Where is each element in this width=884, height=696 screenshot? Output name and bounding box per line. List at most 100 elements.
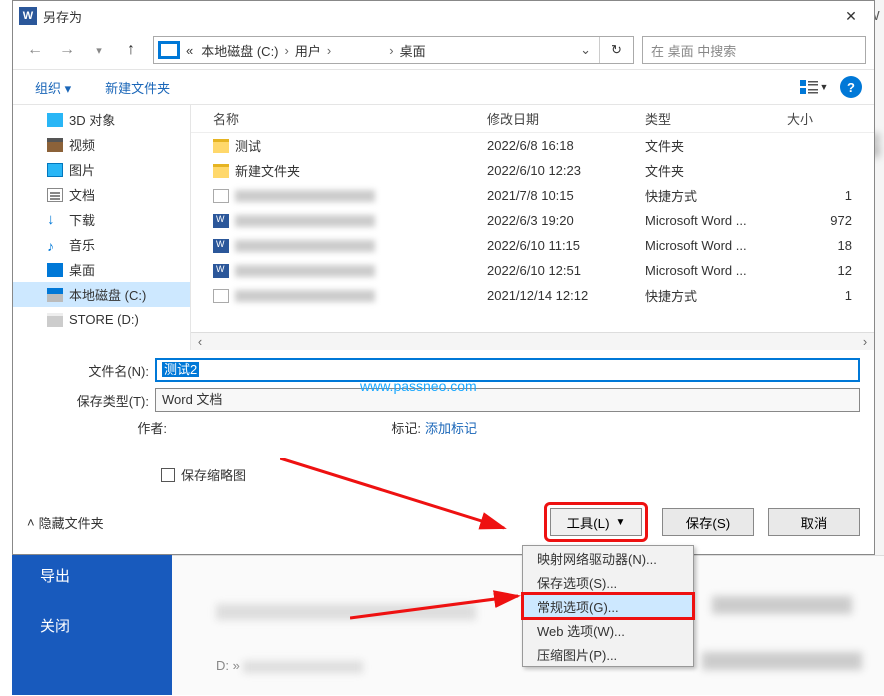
menu-item[interactable]: 映射网络驱动器(N)... <box>523 546 693 570</box>
cancel-label: 取消 <box>801 513 828 532</box>
tools-dropdown-menu: 映射网络驱动器(N)...保存选项(S)...常规选项(G)...Web 选项(… <box>522 545 694 667</box>
music-icon: ♪ <box>47 238 63 252</box>
sidebar-item[interactable]: 3D 对象 <box>13 107 190 132</box>
backstage-close[interactable]: 关闭 <box>12 605 172 645</box>
sidebar-item-label: 文档 <box>69 185 95 204</box>
nav-up-icon[interactable]: ↑ <box>117 36 145 64</box>
tags-label: 标记: <box>371 418 421 437</box>
refresh-icon[interactable]: ↻ <box>599 37 633 63</box>
new-folder-button[interactable]: 新建文件夹 <box>95 74 180 101</box>
col-header-type[interactable]: 类型 <box>645 109 787 128</box>
close-button[interactable]: ✕ <box>828 1 874 31</box>
file-row[interactable]: 2022/6/10 12:51Microsoft Word ...12 <box>191 258 874 283</box>
bg-blur-line <box>216 604 476 620</box>
col-header-size[interactable]: 大小 <box>787 109 874 128</box>
address-bar[interactable]: « 本地磁盘 (C:) › 用户 › › 桌面 ⌄ ↻ <box>153 36 634 64</box>
backstage-export[interactable]: 导出 <box>12 555 172 595</box>
desktop-icon <box>47 263 63 277</box>
crumb-1[interactable]: 用户 <box>291 41 325 60</box>
sidebar-item[interactable]: ↓ 下载 <box>13 207 190 232</box>
filename-value: 测试2 <box>162 362 199 377</box>
folder-icon <box>213 164 229 178</box>
sidebar-item[interactable]: 图片 <box>13 157 190 182</box>
filetype-value: Word 文档 <box>162 392 222 407</box>
file-date: 2022/6/10 12:23 <box>487 163 645 178</box>
help-icon[interactable]: ? <box>840 76 862 98</box>
hide-folders-toggle[interactable]: ˄ 隐藏文件夹 <box>27 513 104 532</box>
chevron-right-icon: › <box>387 43 395 58</box>
word-icon <box>213 239 229 253</box>
search-input[interactable]: 在 桌面 中搜索 <box>642 36 866 64</box>
file-row[interactable]: 测试2022/6/8 16:18文件夹 <box>191 133 874 158</box>
cancel-button[interactable]: 取消 <box>768 508 860 536</box>
file-date: 2022/6/3 19:20 <box>487 213 645 228</box>
link-icon <box>213 189 229 203</box>
sidebar-item-label: 视频 <box>69 135 95 154</box>
sidebar-item[interactable]: 本地磁盘 (C:) <box>13 282 190 307</box>
file-row[interactable]: 2022/6/3 19:20Microsoft Word ...972 <box>191 208 874 233</box>
address-dropdown-icon[interactable]: ⌄ <box>572 42 599 58</box>
crumb-0[interactable]: 本地磁盘 (C:) <box>197 41 282 60</box>
view-icon <box>800 80 818 94</box>
filetype-select[interactable]: Word 文档 <box>155 388 860 412</box>
save-button[interactable]: 保存(S) <box>662 508 754 536</box>
view-options-button[interactable]: ▼ <box>794 75 834 99</box>
word-backstage-sidebar: 导出 关闭 <box>12 555 172 695</box>
organize-button[interactable]: 组织 ▾ <box>25 74 81 101</box>
filename-input[interactable]: 测试2 <box>155 358 860 382</box>
sidebar-item-label: 3D 对象 <box>69 110 115 129</box>
file-name <box>235 190 375 202</box>
scroll-left-icon[interactable]: ‹ <box>191 334 209 349</box>
dialog-footer: ˄ 隐藏文件夹 工具(L) ▼ 保存(S) 取消 <box>13 494 874 554</box>
nav-recent-icon[interactable]: ▾ <box>85 36 113 64</box>
dropdown-caret-icon: ▼ <box>616 517 626 528</box>
crumb-3[interactable]: 桌面 <box>396 41 430 60</box>
sidebar-item-label: 下载 <box>69 210 95 229</box>
file-row[interactable]: 2021/12/14 12:12快捷方式1 <box>191 283 874 308</box>
drive-icon <box>158 41 180 59</box>
sidebar-item-label: 音乐 <box>69 235 95 254</box>
col-header-name[interactable]: 名称 <box>213 109 487 128</box>
horizontal-scrollbar[interactable]: ‹ › <box>191 332 874 350</box>
menu-item[interactable]: 压缩图片(P)... <box>523 642 693 666</box>
file-row[interactable]: 2021/7/8 10:15快捷方式1 <box>191 183 874 208</box>
word-icon <box>213 264 229 278</box>
bg-path-text: D: » <box>216 658 363 673</box>
author-value[interactable] <box>171 418 251 437</box>
file-row[interactable]: 2022/6/10 11:15Microsoft Word ...18 <box>191 233 874 258</box>
menu-item[interactable]: 保存选项(S)... <box>523 570 693 594</box>
sidebar-item[interactable]: 视频 <box>13 132 190 157</box>
tags-value[interactable]: 添加标记 <box>425 418 477 437</box>
file-size: 972 <box>787 213 874 228</box>
col-header-date[interactable]: 修改日期 <box>487 109 645 128</box>
file-row[interactable]: 新建文件夹2022/6/10 12:23文件夹 <box>191 158 874 183</box>
toolbar: 组织 ▾ 新建文件夹 ▼ ? <box>13 69 874 105</box>
nav-back-icon[interactable]: ← <box>21 36 49 64</box>
sidebar-item-label: 图片 <box>69 160 95 179</box>
window-title: 另存为 <box>43 7 828 26</box>
dl-icon: ↓ <box>47 213 63 227</box>
file-size: 1 <box>787 288 874 303</box>
menu-item[interactable]: 常规选项(G)... <box>523 594 693 618</box>
nav-forward-icon[interactable]: → <box>53 36 81 64</box>
sidebar-item[interactable]: ♪ 音乐 <box>13 232 190 257</box>
thumbnail-checkbox[interactable] <box>161 468 175 482</box>
file-list[interactable]: 测试2022/6/8 16:18文件夹新建文件夹2022/6/10 12:23文… <box>191 133 874 332</box>
menu-item[interactable]: Web 选项(W)... <box>523 618 693 642</box>
file-size: 1 <box>787 188 874 203</box>
sidebar-item[interactable]: 文档 <box>13 182 190 207</box>
sidebar-item-label: 桌面 <box>69 260 95 279</box>
list-header: 名称 修改日期 类型 大小 <box>191 105 874 133</box>
file-type: Microsoft Word ... <box>645 213 787 228</box>
pic-icon <box>47 163 63 177</box>
titlebar: W 另存为 ✕ <box>13 1 874 31</box>
hide-folders-label: 隐藏文件夹 <box>39 513 104 532</box>
tools-button[interactable]: 工具(L) ▼ <box>550 508 642 536</box>
sidebar-item[interactable]: STORE (D:) <box>13 307 190 332</box>
scroll-right-icon[interactable]: › <box>856 334 874 349</box>
word-icon <box>213 214 229 228</box>
file-date: 2021/7/8 10:15 <box>487 188 645 203</box>
file-type: 快捷方式 <box>645 186 787 205</box>
sidebar-item[interactable]: 桌面 <box>13 257 190 282</box>
file-type: 文件夹 <box>645 161 787 180</box>
